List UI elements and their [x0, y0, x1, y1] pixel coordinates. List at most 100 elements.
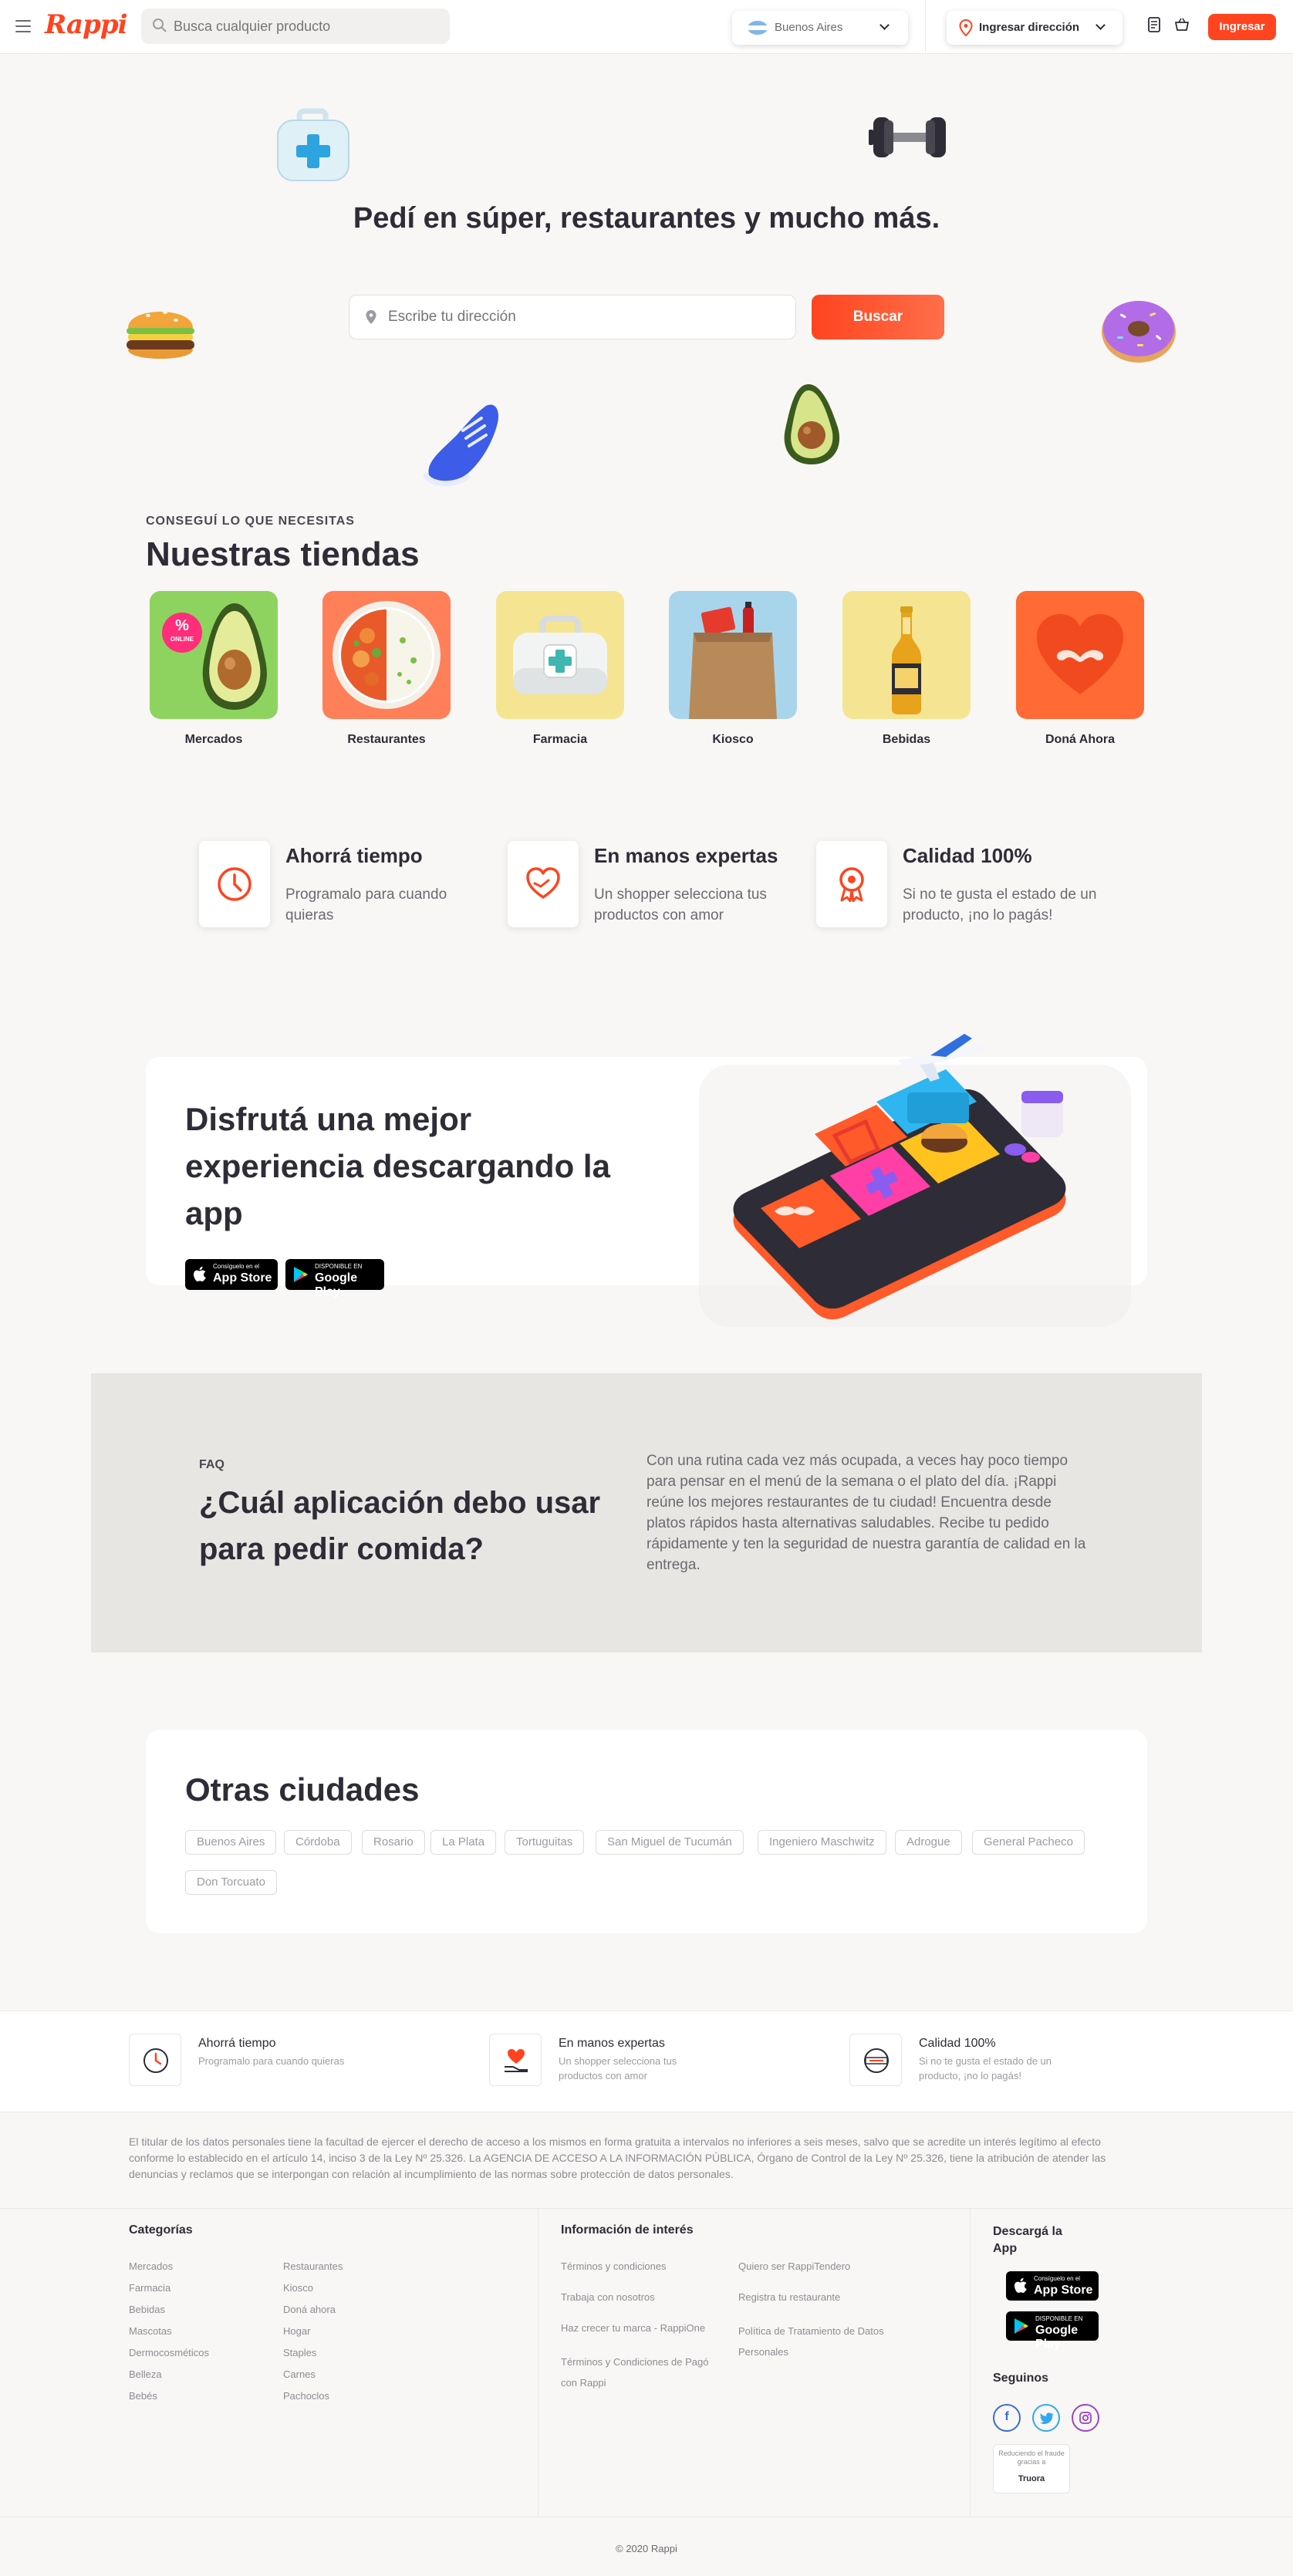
footer-link[interactable]: Farmacia: [129, 2281, 170, 2296]
twitter-bird-glyph: [1040, 2412, 1054, 2424]
footer-link[interactable]: Dermocosméticos: [129, 2345, 209, 2361]
footer-link[interactable]: Carnes: [283, 2367, 316, 2382]
city-chip[interactable]: Córdoba: [284, 1830, 352, 1855]
footer-link[interactable]: Bebidas: [129, 2302, 165, 2318]
footer-link[interactable]: Mascotas: [129, 2324, 172, 2339]
chevron-down-icon: [879, 20, 890, 30]
receipt-icon[interactable]: [1147, 17, 1161, 32]
footer-google-play-badge[interactable]: DISPONIBLE EN Google Play: [1006, 2311, 1099, 2351]
city-chip[interactable]: Don Torcuato: [185, 1870, 277, 1895]
footer-link[interactable]: Restaurantes: [283, 2259, 343, 2274]
bottom-feature-description: Un shopper selecciona tus productos con …: [559, 2055, 677, 2081]
footer-link[interactable]: Staples: [283, 2345, 316, 2361]
food-bowl-icon: [333, 601, 441, 709]
city-chip[interactable]: Ingeniero Maschwitz: [758, 1830, 886, 1855]
location-pin-icon: [366, 310, 376, 324]
other-cities-title: Otras ciudades: [185, 1771, 420, 1808]
first-aid-kit-icon: [513, 616, 607, 694]
faq-question: ¿Cuál aplicación debo usar para pedir co…: [199, 1486, 601, 1566]
faq-eyebrow: FAQ: [199, 1458, 225, 1471]
footer-link[interactable]: Términos y Condiciones de Pagó con Rappi: [561, 2351, 723, 2393]
footer-download-title: Descargá la App: [993, 2225, 1062, 2255]
footer-follow-title: Seguinos: [993, 2372, 1049, 2385]
store-label: Farmacia: [532, 733, 588, 746]
footer-link[interactable]: Pachoclos: [283, 2389, 329, 2404]
footer-link[interactable]: Registra tu restaurante: [738, 2290, 900, 2305]
feature-title: En manos expertas: [594, 844, 778, 867]
feature-description: Si no te gusta el estado de un producto,…: [903, 886, 1097, 923]
hero-address-input[interactable]: [388, 295, 782, 339]
sneaker-icon: [423, 404, 499, 487]
store-card-kiosco[interactable]: Kiosco: [669, 591, 797, 747]
bottom-feature-save-time: Ahorrá tiempo Programalo para cuando qui…: [129, 2034, 376, 2089]
footer-link[interactable]: Kiosco: [283, 2281, 313, 2296]
footer-link[interactable]: Bebés: [129, 2389, 157, 2404]
hero-address-box[interactable]: [349, 295, 796, 339]
footer-column-divider: [970, 2208, 971, 2517]
product-search-input[interactable]: [174, 8, 436, 44]
google-play-badge[interactable]: DISPONIBLE EN Google Play: [285, 1259, 384, 1298]
enter-address-label: Ingresar dirección: [979, 21, 1080, 34]
apple-icon: [1014, 2277, 1027, 2293]
bottom-feature-description: Si no te gusta el estado de un producto,…: [919, 2055, 1052, 2081]
feature-expert-hands: En manos expertas Un shopper selecciona …: [508, 841, 801, 934]
footer-link[interactable]: Política de Tratamiento de Datos Persona…: [738, 2321, 900, 2362]
header-divider: [925, 0, 926, 54]
legal-notice: El titular de los datos personales tiene…: [129, 2135, 1106, 2180]
rappi-logo[interactable]: Rappi: [45, 9, 128, 40]
footer-app-store-badge[interactable]: Consíguelo en el App Store: [1006, 2271, 1099, 2301]
footer-link[interactable]: Hogar: [283, 2324, 310, 2339]
instagram-camera-glyph: [1079, 2412, 1092, 2424]
enter-address-button[interactable]: Ingresar dirección: [947, 11, 1123, 45]
google-play-caption: DISPONIBLE EN: [315, 1263, 363, 1270]
avocado-icon: [784, 384, 840, 464]
store-card-restaurantes[interactable]: Restaurantes: [322, 591, 451, 747]
store-card-farmacia[interactable]: Farmacia: [496, 591, 624, 747]
quality-seal-icon: [864, 2048, 889, 2073]
city-chip[interactable]: Tortuguitas: [505, 1830, 585, 1855]
instagram-icon[interactable]: [1072, 2404, 1099, 2432]
heart-mustache-icon: [1037, 614, 1123, 694]
store-card-mercados[interactable]: % ONLINE Mercados: [150, 591, 278, 747]
footer-link[interactable]: Términos y condiciones: [561, 2259, 723, 2274]
footer-link[interactable]: Haz crecer tu marca - RappiOne: [561, 2321, 723, 2336]
feature-description: Un shopper selecciona tus productos con …: [594, 886, 767, 923]
clock-icon: [143, 2048, 168, 2073]
footer-link[interactable]: Doná ahora: [283, 2302, 336, 2318]
dumbbell-icon: [869, 117, 946, 157]
city-chip[interactable]: San Miguel de Tucumán: [596, 1830, 744, 1855]
basket-icon[interactable]: [1174, 17, 1190, 32]
product-search-box[interactable]: [141, 8, 450, 44]
city-selector[interactable]: Buenos Aires: [732, 11, 908, 45]
store-label: Bebidas: [882, 733, 931, 746]
argentina-flag-icon: [748, 21, 768, 35]
city-chip[interactable]: Rosario: [362, 1830, 425, 1855]
bottom-feature-quality: Calidad 100% Si no te gusta el estado de…: [849, 2034, 1096, 2089]
hamburger-menu-icon[interactable]: [15, 20, 31, 32]
login-button[interactable]: Ingresar: [1208, 14, 1276, 40]
google-play-caption: DISPONIBLE EN: [1035, 2315, 1083, 2322]
fraud-prevention-badge[interactable]: Reduciendo el fraude gracias a Truora: [993, 2444, 1070, 2493]
store-label: Mercados: [184, 733, 243, 746]
app-store-badge[interactable]: Consíguelo en el App Store: [185, 1259, 278, 1290]
search-address-button[interactable]: Buscar: [812, 295, 944, 339]
city-chip[interactable]: General Pacheco: [972, 1830, 1085, 1855]
footer-link[interactable]: Mercados: [129, 2259, 173, 2274]
city-chip[interactable]: La Plata: [430, 1830, 497, 1855]
avocado-icon: [202, 603, 267, 710]
city-chip[interactable]: Adrogue: [895, 1830, 962, 1855]
city-selector-label: Buenos Aires: [775, 21, 843, 34]
feature-save-time: Ahorrá tiempo Programalo para cuando qui…: [199, 841, 492, 934]
store-card-bebidas[interactable]: Bebidas: [842, 591, 971, 747]
store-label: Doná Ahora: [1045, 733, 1116, 746]
app-store-caption: Consíguelo en el: [1034, 2275, 1081, 2282]
twitter-icon[interactable]: [1032, 2404, 1060, 2432]
city-chip[interactable]: Buenos Aires: [185, 1830, 277, 1855]
location-pin-icon: [959, 19, 973, 36]
facebook-icon[interactable]: f: [993, 2404, 1021, 2432]
store-card-dona-ahora[interactable]: Doná Ahora: [1016, 591, 1144, 747]
footer-link[interactable]: Trabaja con nosotros: [561, 2290, 723, 2305]
footer-link[interactable]: Quiero ser RappiTendero: [738, 2259, 900, 2274]
online-badge-percent: %: [175, 617, 189, 634]
footer-link[interactable]: Belleza: [129, 2367, 162, 2382]
